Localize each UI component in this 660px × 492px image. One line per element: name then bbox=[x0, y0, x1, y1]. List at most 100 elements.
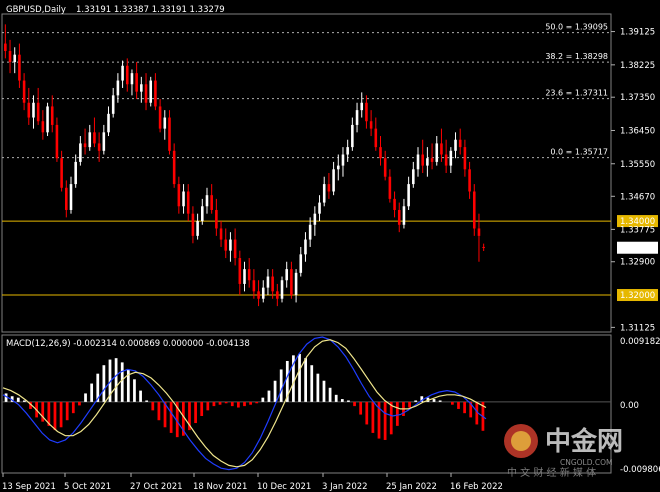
ohlc-label: 1.33191 1.33387 1.33191 1.33279 bbox=[76, 5, 225, 15]
candle-body bbox=[135, 73, 138, 92]
candle-body bbox=[426, 158, 429, 166]
candle-body bbox=[271, 276, 274, 292]
candle-body bbox=[294, 272, 298, 296]
candle-body bbox=[351, 124, 354, 148]
candle-body bbox=[69, 184, 73, 210]
price-axis: 1.39125 1.38225 1.37350 1.36450 1.35550 1.346… bbox=[611, 28, 655, 333]
watermark-text: 中金网 bbox=[545, 426, 623, 457]
candle-body bbox=[472, 191, 476, 229]
y-tick-label: 1.34670 bbox=[620, 192, 655, 202]
candle-body bbox=[369, 121, 373, 129]
candle-body bbox=[121, 65, 124, 81]
x-tick-label: 18 Nov 2021 bbox=[193, 482, 247, 492]
candle-body bbox=[224, 239, 228, 251]
candle-body bbox=[322, 184, 326, 203]
candle-body bbox=[261, 287, 265, 299]
candle-body bbox=[4, 43, 7, 51]
candle-body bbox=[407, 184, 410, 207]
candle-body bbox=[196, 221, 199, 236]
candle-body bbox=[430, 158, 434, 162]
candle-body bbox=[50, 106, 54, 125]
candle-body bbox=[463, 147, 467, 170]
candle-body bbox=[360, 102, 364, 111]
candle-body bbox=[243, 269, 246, 284]
candle-body bbox=[336, 165, 340, 170]
candle-body bbox=[177, 184, 181, 207]
candle-body bbox=[8, 50, 12, 63]
candle-body bbox=[285, 269, 288, 281]
candle-body bbox=[440, 143, 443, 155]
y-tick-label: 1.33775 bbox=[620, 225, 655, 235]
candle-body bbox=[327, 184, 331, 192]
candle-body bbox=[365, 102, 368, 122]
x-tick-label: 27 Oct 2021 bbox=[130, 482, 183, 492]
candle-body bbox=[215, 209, 218, 229]
candle-body bbox=[393, 198, 396, 210]
candle-body bbox=[97, 143, 101, 151]
candle-body bbox=[130, 73, 134, 85]
candle-body bbox=[191, 213, 195, 236]
candle-body bbox=[374, 128, 378, 148]
y-tick-label: 1.38225 bbox=[620, 61, 655, 71]
candle-body bbox=[290, 269, 293, 296]
symbol-label: GBPUSD,Daily bbox=[6, 5, 66, 15]
candle-body bbox=[116, 80, 120, 96]
candle-body bbox=[482, 246, 485, 248]
candle-body bbox=[182, 191, 185, 207]
y-tick-label: 1.35550 bbox=[620, 160, 655, 170]
candle-body bbox=[229, 239, 232, 251]
candle-body bbox=[308, 224, 312, 240]
candle-body bbox=[144, 84, 148, 103]
candle-body bbox=[93, 132, 96, 144]
candle-body bbox=[158, 106, 162, 129]
candle-body bbox=[435, 143, 439, 162]
candle-body bbox=[27, 102, 31, 118]
candle-body bbox=[219, 228, 223, 240]
candle-body bbox=[13, 54, 17, 63]
candle-body bbox=[65, 187, 68, 210]
candle-body bbox=[247, 269, 251, 281]
y-tick-label: 1.36450 bbox=[620, 126, 655, 136]
candle-body bbox=[355, 110, 359, 125]
candle-body bbox=[125, 65, 129, 85]
candle-body bbox=[397, 209, 401, 225]
chart-window[interactable]: 50.0 = 1.39095 38.2 = 1.38298 23.6 = 1.373… bbox=[0, 0, 660, 492]
candle-body bbox=[201, 206, 204, 222]
candle-body bbox=[88, 132, 92, 148]
candle-body bbox=[233, 239, 237, 259]
candle-body bbox=[332, 169, 335, 192]
candle-body bbox=[60, 158, 63, 188]
candle-body bbox=[304, 239, 307, 255]
macd-label: MACD(12,26,9) -0.002314 0.000869 0.00000… bbox=[6, 339, 250, 349]
fib-label: 50.0 = 1.39095 bbox=[545, 23, 608, 32]
candle-body bbox=[210, 195, 213, 210]
x-tick-label: 10 Dec 2021 bbox=[257, 482, 311, 492]
candle-body bbox=[46, 106, 49, 133]
candle-body bbox=[205, 195, 209, 207]
candle-body bbox=[318, 202, 321, 214]
macd-tick-bottom: -0.009806 bbox=[620, 465, 660, 475]
candle-body bbox=[266, 276, 270, 288]
candle-body bbox=[111, 95, 115, 114]
fib-label: 23.6 = 1.37311 bbox=[545, 89, 608, 98]
candle-body bbox=[379, 147, 382, 159]
level-tag-label: 1.32000 bbox=[620, 291, 655, 301]
candle-body bbox=[238, 258, 242, 284]
candle-body bbox=[257, 291, 260, 299]
fib-label: 0.0 = 1.35717 bbox=[550, 148, 608, 157]
y-tick-label: 1.31125 bbox=[620, 323, 655, 333]
watermark-url: CNGOLD.COM bbox=[560, 458, 613, 467]
y-tick-label: 1.32900 bbox=[620, 258, 655, 268]
candle-body bbox=[383, 158, 387, 177]
candle-body bbox=[252, 280, 256, 292]
candle-body bbox=[83, 143, 87, 148]
current-price-label: 1.33279 bbox=[620, 244, 655, 254]
fib-label: 38.2 = 1.38298 bbox=[545, 52, 608, 61]
candle-body bbox=[140, 84, 143, 92]
candle-body bbox=[412, 169, 415, 185]
candle-body bbox=[36, 102, 40, 122]
candle-body bbox=[341, 154, 345, 166]
candle-body bbox=[32, 102, 35, 118]
candle-body bbox=[280, 280, 284, 299]
candle-body bbox=[299, 254, 303, 273]
